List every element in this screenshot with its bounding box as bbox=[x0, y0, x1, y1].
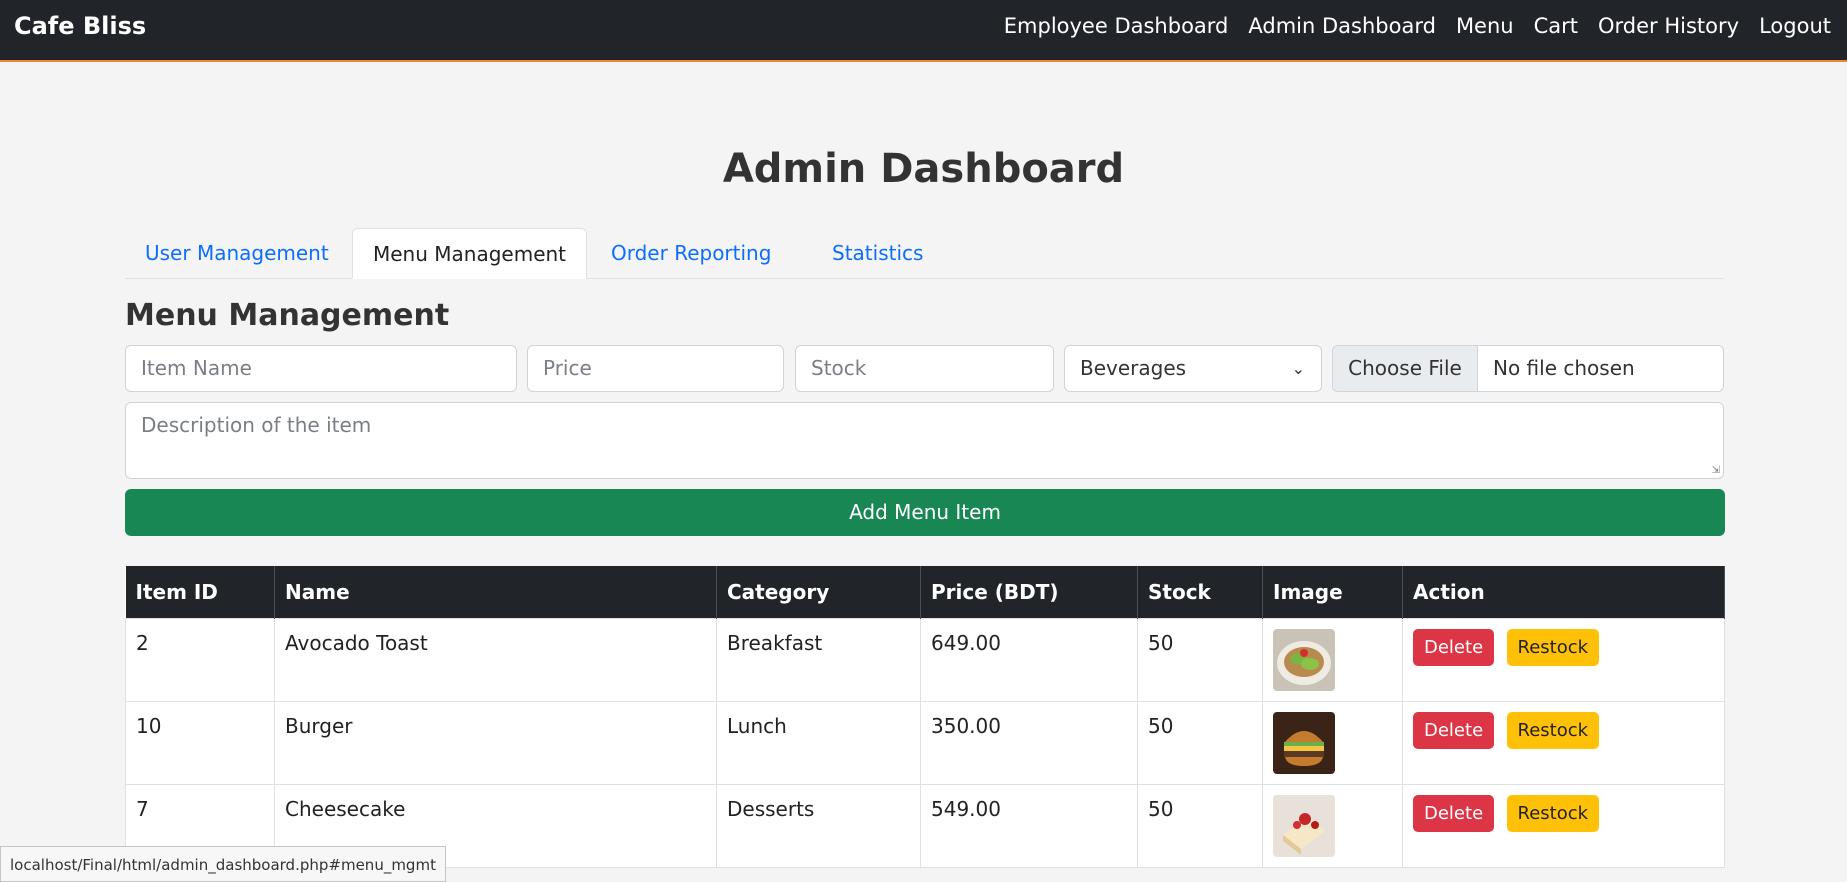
delete-button[interactable]: Delete bbox=[1413, 794, 1495, 832]
header-stock: Stock bbox=[1137, 566, 1263, 618]
cell-action: Delete Restock bbox=[1402, 617, 1725, 702]
cell-image bbox=[1262, 617, 1403, 702]
nav-link-employee-dashboard[interactable]: Employee Dashboard bbox=[1004, 14, 1229, 38]
item-name-input[interactable]: Item Name bbox=[125, 345, 517, 392]
tab-menu-management[interactable]: Menu Management bbox=[352, 228, 588, 279]
price-input[interactable]: Price bbox=[527, 345, 784, 392]
resize-handle-icon[interactable]: ⇲ bbox=[1712, 465, 1720, 476]
cell-action: Delete Restock bbox=[1402, 783, 1725, 868]
cell-price: 549.00 bbox=[920, 783, 1138, 868]
cell-stock: 50 bbox=[1137, 617, 1263, 702]
delete-button[interactable]: Delete bbox=[1413, 628, 1495, 666]
cell-item-id: 2 bbox=[125, 617, 275, 702]
nav-link-menu[interactable]: Menu bbox=[1456, 14, 1514, 38]
restock-button[interactable]: Restock bbox=[1506, 711, 1600, 749]
image-file-input[interactable]: Choose File No file chosen bbox=[1332, 345, 1724, 392]
dashboard-tabs: User Management Menu Management Order Re… bbox=[125, 228, 1724, 279]
nav-link-logout[interactable]: Logout bbox=[1759, 14, 1831, 38]
section-title: Menu Management bbox=[125, 298, 450, 333]
category-selected-value: Beverages bbox=[1080, 356, 1187, 380]
cell-price: 350.00 bbox=[920, 700, 1138, 785]
cell-price: 649.00 bbox=[920, 617, 1138, 702]
header-image: Image bbox=[1262, 566, 1403, 618]
add-menu-item-button[interactable]: Add Menu Item bbox=[125, 489, 1725, 536]
description-textarea[interactable]: Description of the item ⇲ bbox=[125, 402, 1724, 479]
description-placeholder: Description of the item bbox=[141, 413, 372, 437]
nav-links: Employee Dashboard Admin Dashboard Menu … bbox=[1004, 14, 1831, 38]
file-status-text: No file chosen bbox=[1493, 356, 1635, 380]
cheesecake-image bbox=[1273, 794, 1335, 857]
category-select[interactable]: Beverages ⌄ bbox=[1064, 345, 1322, 392]
page-title: Admin Dashboard bbox=[722, 146, 1125, 192]
restock-button[interactable]: Restock bbox=[1506, 628, 1600, 666]
cell-name: Avocado Toast bbox=[274, 617, 717, 702]
nav-link-cart[interactable]: Cart bbox=[1534, 14, 1578, 38]
cell-image bbox=[1262, 783, 1403, 868]
menu-items-table: Item ID Name Category Price (BDT) Stock … bbox=[125, 566, 1725, 868]
status-bar-url: localhost/Final/html/admin_dashboard.php… bbox=[0, 846, 446, 882]
cell-category: Lunch bbox=[716, 700, 921, 785]
cell-image bbox=[1262, 700, 1403, 785]
stock-input[interactable]: Stock bbox=[795, 345, 1054, 392]
nav-link-admin-dashboard[interactable]: Admin Dashboard bbox=[1248, 14, 1436, 38]
cell-stock: 50 bbox=[1137, 783, 1263, 868]
cell-item-id: 10 bbox=[125, 700, 275, 785]
delete-button[interactable]: Delete bbox=[1413, 711, 1495, 749]
tab-user-management[interactable]: User Management bbox=[125, 228, 349, 279]
restock-button[interactable]: Restock bbox=[1506, 794, 1600, 832]
table-row: 2 Avocado Toast Breakfast 649.00 50 Dele… bbox=[125, 617, 1725, 702]
burger-image bbox=[1273, 711, 1335, 774]
choose-file-button[interactable]: Choose File bbox=[1333, 346, 1478, 391]
table-row: 10 Burger Lunch 350.00 50 Delete Restock bbox=[125, 700, 1725, 785]
header-action: Action bbox=[1402, 566, 1725, 618]
cell-category: Breakfast bbox=[716, 617, 921, 702]
header-name: Name bbox=[274, 566, 717, 618]
header-category: Category bbox=[716, 566, 921, 618]
cell-name: Burger bbox=[274, 700, 717, 785]
cell-action: Delete Restock bbox=[1402, 700, 1725, 785]
chevron-down-icon: ⌄ bbox=[1291, 359, 1305, 378]
avocado-toast-image bbox=[1273, 628, 1335, 691]
tab-order-reporting[interactable]: Order Reporting bbox=[591, 228, 791, 279]
tab-statistics[interactable]: Statistics bbox=[812, 228, 943, 279]
table-header-row: Item ID Name Category Price (BDT) Stock … bbox=[125, 566, 1725, 618]
nav-link-order-history[interactable]: Order History bbox=[1598, 14, 1739, 38]
header-item-id: Item ID bbox=[125, 566, 275, 618]
top-navbar: Cafe Bliss Employee Dashboard Admin Dash… bbox=[0, 0, 1847, 62]
cell-stock: 50 bbox=[1137, 700, 1263, 785]
header-price: Price (BDT) bbox=[920, 566, 1138, 618]
brand-logo[interactable]: Cafe Bliss bbox=[14, 12, 146, 40]
cell-category: Desserts bbox=[716, 783, 921, 868]
